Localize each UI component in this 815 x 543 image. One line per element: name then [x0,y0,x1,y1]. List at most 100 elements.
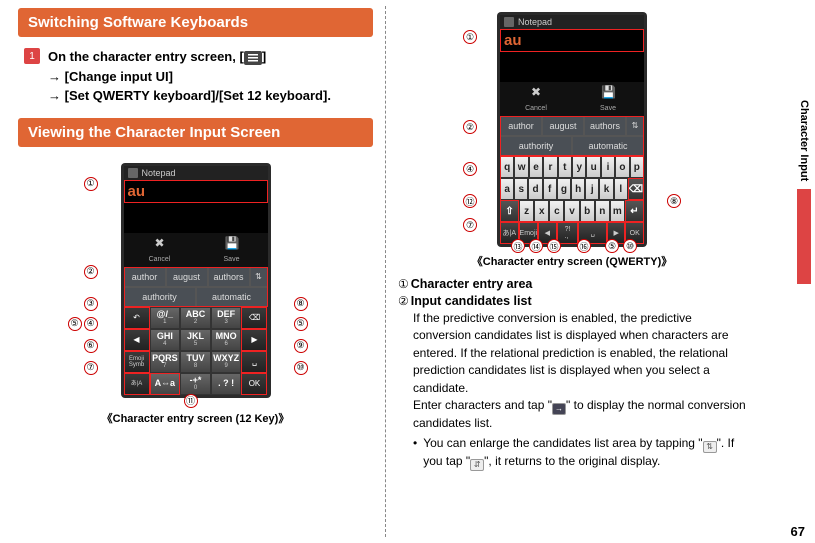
callout-3: ③ [84,297,98,311]
cand-automatic[interactable]: automatic [572,136,644,156]
candidates-expand-icon[interactable]: ⇅ [626,116,644,136]
save-icon[interactable]: 💾 [601,85,615,99]
cand-august[interactable]: august [542,116,584,136]
cand-automatic[interactable]: automatic [196,287,268,307]
key-k[interactable]: k [599,178,613,200]
key-backspace[interactable]: ⌫ [241,307,267,329]
callout-5r: ⑤ [294,317,308,331]
key-undo[interactable]: ↶ [124,307,150,329]
key-s[interactable]: s [514,178,528,200]
callout-1: ① [84,177,98,191]
callout-7: ⑦ [84,361,98,375]
candidates-list[interactable]: author august authors ⇅ authority automa… [500,116,644,156]
key-9[interactable]: WXYZ9 [211,351,242,373]
cand-august[interactable]: august [166,267,208,287]
desc-2-body1: If the predictive conversion is enabled,… [413,311,729,395]
key-7[interactable]: PQRS7 [150,351,181,373]
cancel-icon[interactable]: ✖ [529,85,543,99]
desc-2-head: Input candidates list [411,294,532,308]
key-case[interactable]: A⇔a [150,373,181,395]
phone-mock-12key: Notepad au ✖Cancel 💾Save author august a… [121,163,271,398]
callout-2: ② [463,120,477,134]
circ-2: ② [398,294,409,308]
step-number: 1 [24,48,40,64]
key-2[interactable]: ABC2 [180,307,211,329]
cand-authority[interactable]: authority [500,136,572,156]
caption-12key: Character entry screen (12 Key) [18,410,373,426]
keypad-12key: ↶ @/_1 ABC2 DEF3 ⌫ ◀ GHI4 JKL5 MNO6 ▶ Em… [124,307,268,395]
key-l[interactable]: l [614,178,628,200]
key-n[interactable]: n [595,200,610,222]
bullet: • [413,435,417,471]
key-f[interactable]: f [543,178,557,200]
key-j[interactable]: j [585,178,599,200]
candidates-expand-icon[interactable]: ⇅ [250,267,268,287]
key-r[interactable]: r [543,156,557,178]
key-z[interactable]: z [519,200,534,222]
key-p[interactable]: p [630,156,644,178]
key-5[interactable]: JKL5 [180,329,211,351]
key-1[interactable]: @/_1 [150,307,181,329]
menu-icon [244,51,262,65]
key-right[interactable]: ▶ [241,329,267,351]
cancel-icon[interactable]: ✖ [153,236,167,250]
cand-author[interactable]: author [124,267,166,287]
key-x[interactable]: x [534,200,549,222]
text-entry-area[interactable]: au [124,180,268,203]
key-e[interactable]: e [529,156,543,178]
key-v[interactable]: v [564,200,579,222]
text-entry-area[interactable]: au [500,29,644,52]
key-b[interactable]: b [580,200,595,222]
cand-authors[interactable]: authors [208,267,250,287]
editor-body [124,203,268,233]
key-emoji[interactable]: EmojiSymb [124,351,150,373]
callout-5l: ⑤ [68,317,82,331]
key-mode[interactable]: あ|A [124,373,150,395]
key-t[interactable]: t [558,156,572,178]
key-i[interactable]: i [601,156,615,178]
save-label: Save [224,256,240,263]
key-8[interactable]: TUV8 [180,351,211,373]
cand-authors[interactable]: authors [584,116,626,136]
key-6[interactable]: MNO6 [211,329,242,351]
key-3[interactable]: DEF3 [211,307,242,329]
key-a[interactable]: a [500,178,514,200]
key-d[interactable]: d [528,178,542,200]
key-left[interactable]: ◀ [124,329,150,351]
desc-2: ②Input candidates list If the predictive… [398,294,746,471]
key-q[interactable]: q [500,156,514,178]
key-0[interactable]: -+*0 [180,373,211,395]
key-punct[interactable]: ?!., [557,222,579,244]
step1-line1b: ] [262,49,266,64]
callout-12: ⑫ [463,194,477,208]
key-shift[interactable]: ⇧ [500,200,519,222]
callout-4: ④ [84,317,98,331]
editor-body [500,52,644,82]
desc-2-body2a: Enter characters and tap " [413,398,552,412]
key-c[interactable]: c [549,200,564,222]
candidates-list[interactable]: author august authors ⇅ authority automa… [124,267,268,307]
key-u[interactable]: u [586,156,600,178]
cand-author[interactable]: author [500,116,542,136]
save-icon[interactable]: 💾 [225,236,239,250]
key-h[interactable]: h [571,178,585,200]
circ-1: ① [398,277,409,291]
desc-2-sub-c: ", it returns to the original display. [484,454,660,468]
cand-authority[interactable]: authority [124,287,196,307]
notepad-icon [504,17,514,27]
key-y[interactable]: y [572,156,586,178]
key-4[interactable]: GHI4 [150,329,181,351]
key-enter[interactable]: ↵ [625,200,644,222]
key-o[interactable]: o [615,156,629,178]
callout-1: ① [463,30,477,44]
key-space[interactable]: ␣ [241,351,267,373]
callout-16: ⑯ [577,239,591,253]
callout-13: ⑬ [511,239,525,253]
side-tab-stripe [797,189,811,284]
key-backspace[interactable]: ⌫ [628,178,644,200]
key-m[interactable]: m [610,200,625,222]
key-ok[interactable]: OK [241,373,267,395]
key-punct[interactable]: . ? ! [211,373,242,395]
key-g[interactable]: g [557,178,571,200]
key-w[interactable]: w [514,156,528,178]
